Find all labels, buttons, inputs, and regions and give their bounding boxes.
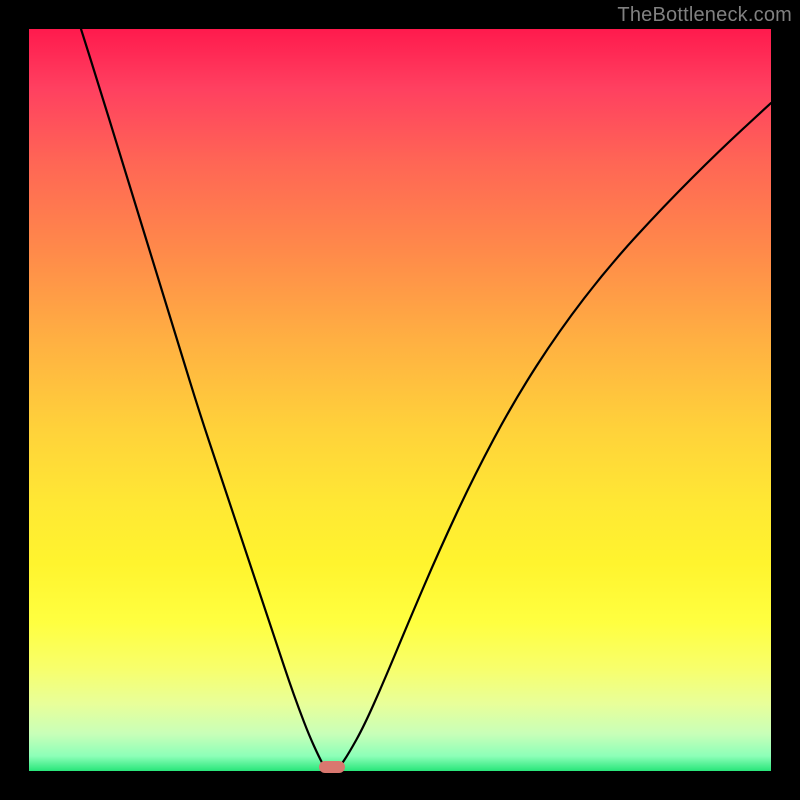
plot-area — [29, 29, 771, 771]
curve-right-branch — [339, 103, 771, 768]
chart-frame: TheBottleneck.com — [0, 0, 800, 800]
watermark-text: TheBottleneck.com — [617, 4, 792, 27]
optimum-marker — [319, 761, 345, 773]
curve-left-branch — [81, 29, 325, 768]
bottleneck-curve — [29, 29, 771, 771]
